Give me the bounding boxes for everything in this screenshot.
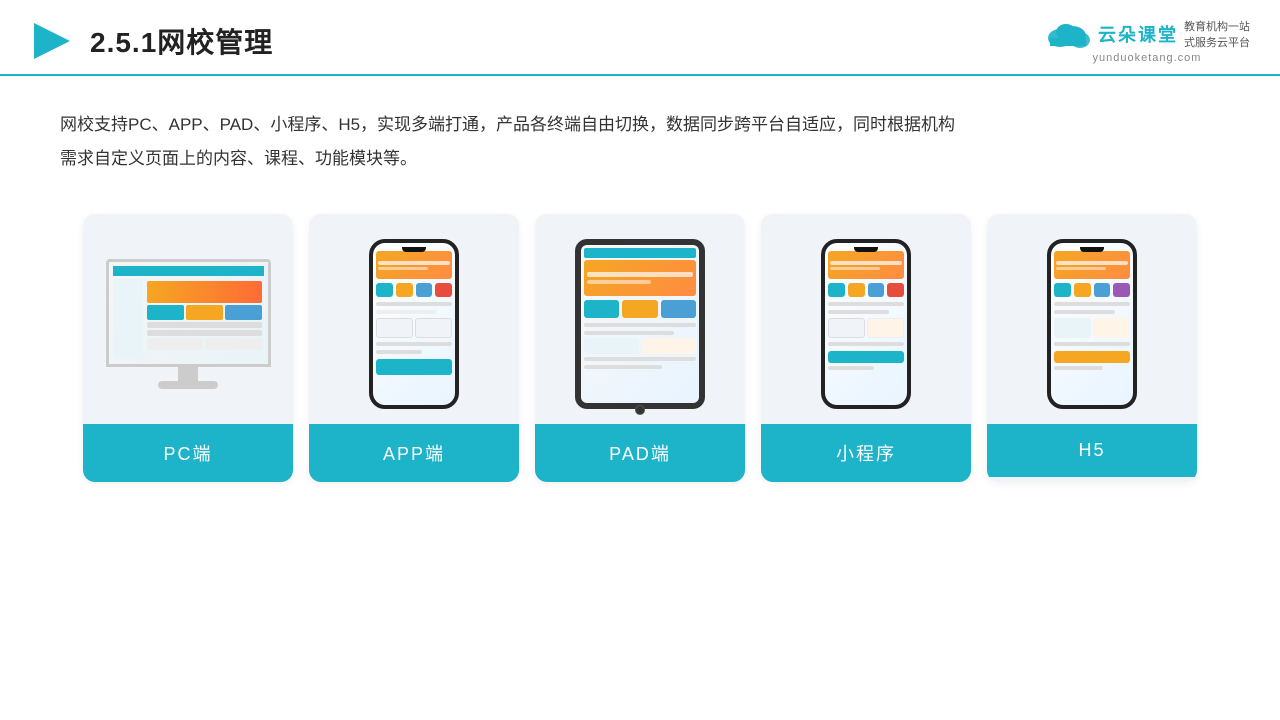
h5-phone [1047, 239, 1137, 409]
h5-image-area [987, 214, 1197, 424]
header-left: 2.5.1网校管理 [30, 19, 273, 63]
card-pc: PC端 [83, 214, 293, 482]
card-h5: H5 [987, 214, 1197, 482]
logo-url: yunduoketang.com [1093, 52, 1202, 64]
logo-text: 云朵课堂 [1098, 21, 1178, 47]
description-text: 网校支持PC、APP、PAD、小程序、H5，实现多端打通，产品各终端自由切换，数… [60, 115, 955, 168]
card-app: APP端 [309, 214, 519, 482]
play-icon [30, 19, 74, 63]
app-image-area [309, 214, 519, 424]
miniprogram-image-area [761, 214, 971, 424]
h5-label: H5 [987, 424, 1197, 477]
miniprogram-label: 小程序 [761, 424, 971, 482]
pc-monitor [106, 259, 271, 389]
logo-area: 云朵课堂 教育机构一站式服务云平台 yunduoketang.com [1044, 18, 1250, 64]
pad-label: PAD端 [535, 424, 745, 482]
app-phone [369, 239, 459, 409]
header: 2.5.1网校管理 云朵课堂 教育机构一站式服务云平台 yunduoketang… [0, 0, 1280, 76]
page-title: 2.5.1网校管理 [90, 21, 273, 61]
logo-slogan: 教育机构一站式服务云平台 [1184, 18, 1250, 50]
monitor-screen [106, 259, 271, 367]
description: 网校支持PC、APP、PAD、小程序、H5，实现多端打通，产品各终端自由切换，数… [0, 76, 1280, 186]
cloud-logo-icon [1044, 18, 1092, 50]
pc-label: PC端 [83, 424, 293, 482]
miniprogram-phone [821, 239, 911, 409]
app-label: APP端 [309, 424, 519, 482]
logo-cloud: 云朵课堂 教育机构一站式服务云平台 [1044, 18, 1250, 50]
pad-tablet [575, 239, 705, 409]
pad-image-area [535, 214, 745, 424]
card-pad: PAD端 [535, 214, 745, 482]
cards-container: PC端 [0, 186, 1280, 510]
pc-image-area [83, 214, 293, 424]
card-miniprogram: 小程序 [761, 214, 971, 482]
